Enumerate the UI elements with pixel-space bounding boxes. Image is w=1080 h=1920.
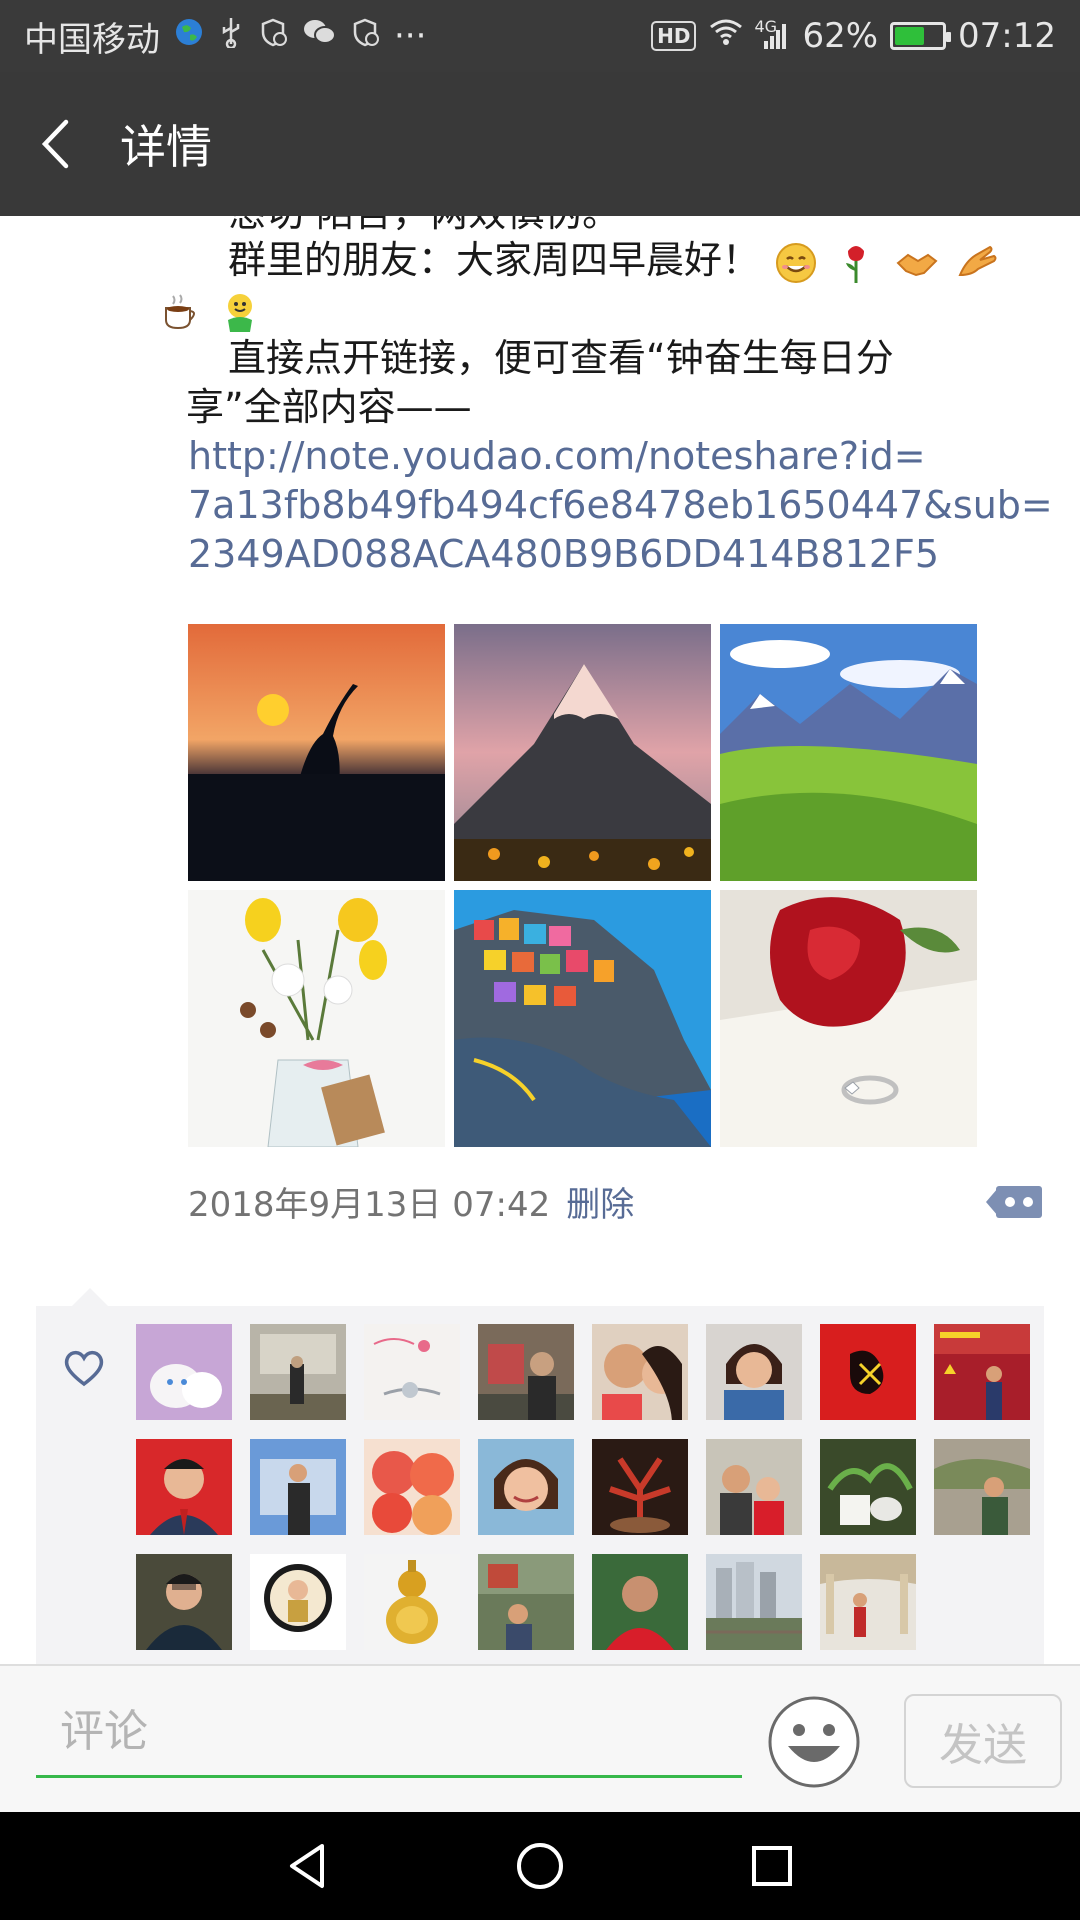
status-bar: 中国移动 ··· HD 4G 62% 07:12 <box>0 0 1080 72</box>
comment-input[interactable] <box>36 1688 742 1778</box>
avatar[interactable] <box>136 1439 232 1535</box>
nav-back-icon[interactable] <box>282 1840 334 1892</box>
photo-cliff-town[interactable] <box>454 890 711 1147</box>
comment-bar: 发送 <box>0 1664 1080 1812</box>
post-text: 群里的朋友：大家周四早晨好！ 直接点开链接，便可查看“钟奋生每日分 享”全部内容… <box>165 236 1053 579</box>
page-title: 详情 <box>120 120 212 174</box>
smile-emoji-icon <box>776 242 817 283</box>
avatar[interactable] <box>136 1554 232 1650</box>
globe-icon <box>174 17 204 55</box>
carrier-label: 中国移动 <box>24 19 160 60</box>
avatar[interactable] <box>820 1439 916 1535</box>
post-timestamp: 2018年9月13日 07:42 <box>188 1184 551 1225</box>
wifi-icon <box>708 16 744 56</box>
link-line-1: http://note.youdao.com/noteshare?id= <box>188 434 926 478</box>
title-bar: 详情 <box>0 72 1080 216</box>
avatar[interactable] <box>478 1324 574 1420</box>
shield-icon <box>258 17 288 55</box>
liker-avatars <box>136 1324 1030 1650</box>
avatar[interactable] <box>820 1554 916 1650</box>
clock: 07:12 <box>958 16 1056 56</box>
avatar[interactable] <box>820 1324 916 1420</box>
emoji-line <box>156 285 1048 334</box>
photo-grid <box>188 624 980 1147</box>
wave-emoji-icon <box>228 293 253 332</box>
photo-green-valley[interactable] <box>720 624 977 881</box>
moment-detail: 恳切 陌哲，两效慎伪。 群里的朋友：大家周四早晨好！ 直接点开链接，便可查看“钟… <box>0 216 1080 1664</box>
instruction-text-2: 享”全部内容—— <box>186 385 472 429</box>
photo-snow-mountain[interactable] <box>454 624 711 881</box>
avatar[interactable] <box>136 1324 232 1420</box>
back-arrow-icon[interactable] <box>0 72 110 216</box>
link-line-3: 2349AD088ACA480B9B6DD414B812F5 <box>188 532 940 576</box>
photo-crane-sunset[interactable] <box>188 624 445 881</box>
avatar[interactable] <box>250 1439 346 1535</box>
wechat-icon <box>302 17 336 55</box>
hd-icon: HD <box>651 21 697 51</box>
instruction-line-2: 享”全部内容—— <box>186 383 1048 432</box>
avatar[interactable] <box>592 1554 688 1650</box>
avatar[interactable] <box>706 1554 802 1650</box>
photo-red-rose-ring[interactable] <box>720 890 977 1147</box>
likes-panel <box>36 1288 1044 1664</box>
post-text-partial-line: 恳切 陌哲，两效慎伪。 <box>228 216 620 237</box>
shield-check-icon <box>350 17 380 55</box>
avatar[interactable] <box>364 1554 460 1650</box>
avatar[interactable] <box>934 1324 1030 1420</box>
link-line-2: 7a13fb8b49fb494cf6e8478eb1650447&sub= <box>188 483 1053 527</box>
send-button[interactable]: 发送 <box>904 1694 1062 1788</box>
greeting-line: 群里的朋友：大家周四早晨好！ <box>188 236 1048 285</box>
system-nav-bar <box>0 1812 1080 1920</box>
more-notifications-icon: ··· <box>394 16 427 56</box>
instruction-line-1: 直接点开链接，便可查看“钟奋生每日分 <box>188 334 1048 383</box>
signal-icon: 4G <box>754 17 790 51</box>
battery-icon <box>890 22 952 50</box>
avatar[interactable] <box>592 1439 688 1535</box>
avatar[interactable] <box>706 1439 802 1535</box>
greeting-text: 群里的朋友：大家周四早晨好！ <box>228 238 761 282</box>
nav-recents-icon[interactable] <box>746 1840 798 1892</box>
rose-emoji-icon <box>846 245 865 283</box>
coffee-emoji-icon <box>165 293 195 329</box>
handshake-emoji-icon <box>896 253 938 276</box>
avatar[interactable] <box>364 1324 460 1420</box>
battery-percent: 62% <box>802 16 879 56</box>
avatar[interactable] <box>478 1554 574 1650</box>
instruction-text-1: 直接点开链接，便可查看“钟奋生每日分 <box>228 336 894 380</box>
more-actions-icon[interactable] <box>976 1182 1042 1222</box>
delete-link[interactable]: 删除 <box>566 1177 634 1226</box>
network-type-label: 4G <box>754 17 778 36</box>
photo-flower-bouquet[interactable] <box>188 890 445 1147</box>
avatar[interactable] <box>250 1554 346 1650</box>
avatar[interactable] <box>478 1439 574 1535</box>
avatar[interactable] <box>364 1439 460 1535</box>
smiley-icon[interactable] <box>766 1694 862 1790</box>
nav-home-icon[interactable] <box>514 1840 566 1892</box>
heart-outline-icon <box>64 1350 104 1387</box>
post-meta-row: 2018年9月13日 07:42 删除 <box>188 1176 1048 1226</box>
avatar[interactable] <box>592 1324 688 1420</box>
ok-hand-emoji-icon <box>958 245 997 276</box>
avatar[interactable] <box>250 1324 346 1420</box>
note-link[interactable]: http://note.youdao.com/noteshare?id= 7a1… <box>188 432 1053 579</box>
usb-icon <box>218 16 244 56</box>
avatar[interactable] <box>934 1439 1030 1535</box>
avatar[interactable] <box>706 1324 802 1420</box>
